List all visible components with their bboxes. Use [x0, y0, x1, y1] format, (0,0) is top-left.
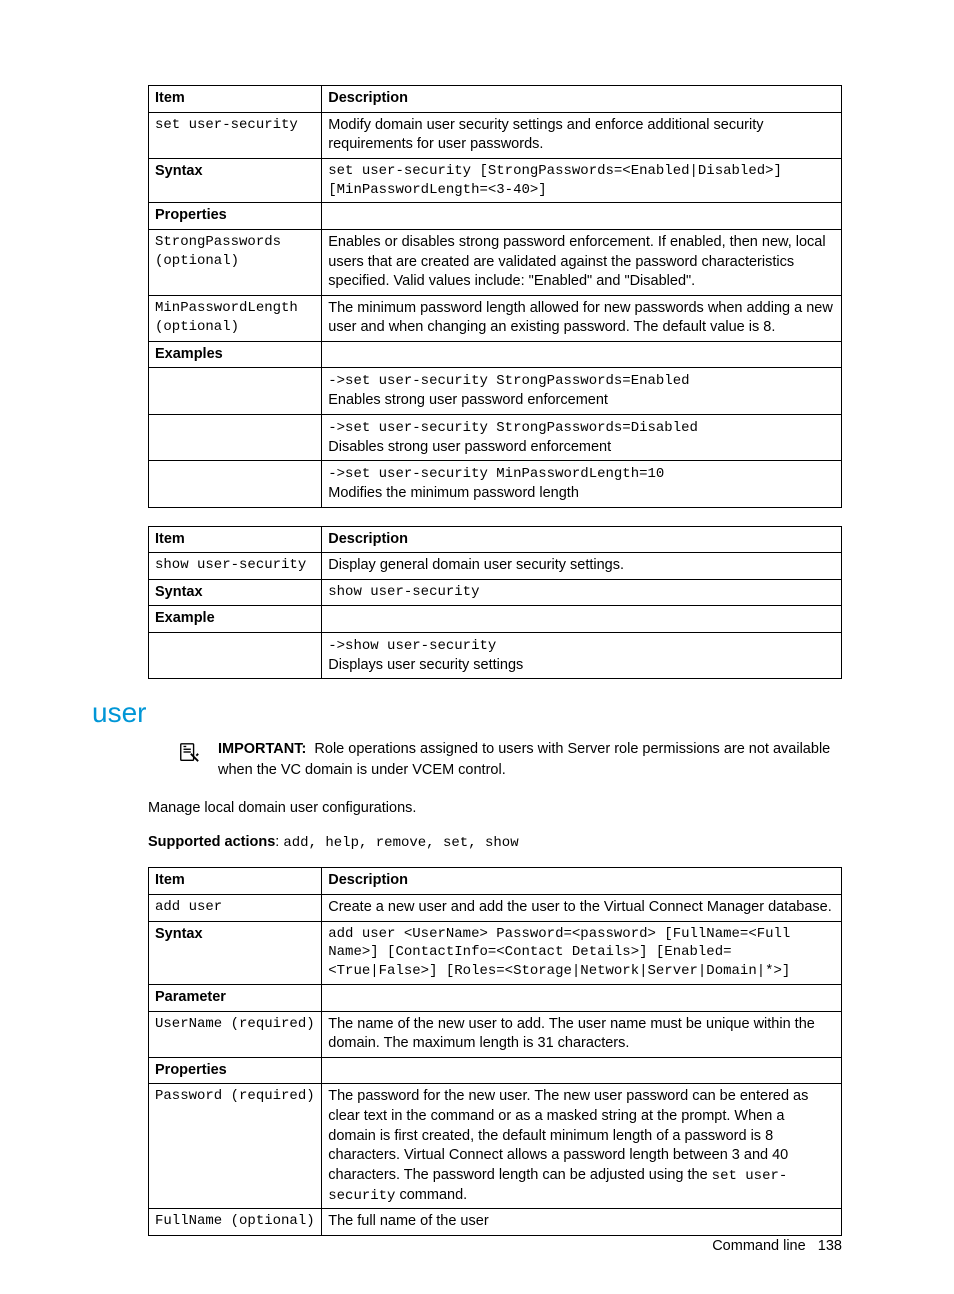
cell-desc: Create a new user and add the user to th…	[322, 894, 842, 921]
cell-item: Examples	[149, 341, 322, 368]
cell-desc: The full name of the user	[322, 1209, 842, 1236]
table-row: ->set user-security StrongPasswords=Enab…	[149, 368, 842, 414]
table-row: Syntax set user-security [StrongPassword…	[149, 158, 842, 203]
important-label: IMPORTANT:	[218, 741, 306, 757]
cell-desc	[322, 203, 842, 230]
table-row: Syntax show user-security	[149, 579, 842, 606]
cell-desc: ->set user-security StrongPasswords=Disa…	[322, 414, 842, 460]
cell-item: show user-security	[149, 553, 322, 580]
cell-item	[149, 633, 322, 679]
supported-actions: add, help, remove, set, show	[283, 835, 518, 851]
col-header-item: Item	[149, 526, 322, 553]
table-header-row: Item Description	[149, 86, 842, 113]
col-header-description: Description	[322, 526, 842, 553]
table-row: set user-security Modify domain user sec…	[149, 112, 842, 158]
cell-item: set user-security	[149, 112, 322, 158]
cell-desc	[322, 1057, 842, 1084]
cell-desc: The minimum password length allowed for …	[322, 295, 842, 341]
cell-item: Parameter	[149, 985, 322, 1012]
body-text: Manage local domain user configurations.	[148, 798, 842, 818]
cell-desc: ->show user-security Displays user secur…	[322, 633, 842, 679]
table-show-user-security: Item Description show user-security Disp…	[148, 526, 842, 680]
col-header-description: Description	[322, 868, 842, 895]
table-set-user-security: Item Description set user-security Modif…	[148, 85, 842, 508]
cell-desc: ->set user-security MinPasswordLength=10…	[322, 461, 842, 507]
table-row: StrongPasswords (optional) Enables or di…	[149, 230, 842, 296]
table-row: Examples	[149, 341, 842, 368]
col-header-description: Description	[322, 86, 842, 113]
cell-item	[149, 414, 322, 460]
cell-item: FullName (optional)	[149, 1209, 322, 1236]
cell-desc: add user <UserName> Password=<password> …	[322, 921, 842, 985]
table-row: Properties	[149, 203, 842, 230]
table-row: Password (required) The password for the…	[149, 1084, 842, 1209]
cell-desc: Display general domain user security set…	[322, 553, 842, 580]
example-text: Displays user security settings	[328, 657, 523, 673]
example-code: ->set user-security StrongPasswords=Disa…	[328, 420, 698, 436]
cell-desc: set user-security [StrongPasswords=<Enab…	[322, 158, 842, 203]
table-row: ->set user-security MinPasswordLength=10…	[149, 461, 842, 507]
footer-page-number: 138	[818, 1238, 842, 1254]
cell-item: Syntax	[149, 579, 322, 606]
table-row: MinPasswordLength (optional) The minimum…	[149, 295, 842, 341]
important-text-wrap: IMPORTANT: Role operations assigned to u…	[218, 739, 842, 781]
table-row: ->set user-security StrongPasswords=Disa…	[149, 414, 842, 460]
cell-item: Properties	[149, 1057, 322, 1084]
cell-item	[149, 461, 322, 507]
section-heading-user: user	[92, 697, 842, 729]
table-row: Properties	[149, 1057, 842, 1084]
page: Item Description set user-security Modif…	[0, 0, 954, 1294]
table-row: add user Create a new user and add the u…	[149, 894, 842, 921]
cell-desc	[322, 985, 842, 1012]
cell-item: MinPasswordLength (optional)	[149, 295, 322, 341]
supported-actions-line: Supported actions: add, help, remove, se…	[148, 832, 842, 854]
cell-item: StrongPasswords (optional)	[149, 230, 322, 296]
table-header-row: Item Description	[149, 526, 842, 553]
example-code: ->set user-security MinPasswordLength=10	[328, 466, 664, 482]
cell-desc: The name of the new user to add. The use…	[322, 1011, 842, 1057]
cell-desc: Modify domain user security settings and…	[322, 112, 842, 158]
table-row: Example	[149, 606, 842, 633]
cell-desc	[322, 606, 842, 633]
supported-label: Supported actions	[148, 834, 275, 850]
cell-item: add user	[149, 894, 322, 921]
example-text: Modifies the minimum password length	[328, 485, 579, 501]
cell-desc: Enables or disables strong password enfo…	[322, 230, 842, 296]
important-note: IMPORTANT: Role operations assigned to u…	[178, 739, 842, 781]
cell-item: Properties	[149, 203, 322, 230]
table-row: UserName (required) The name of the new …	[149, 1011, 842, 1057]
footer-label: Command line	[712, 1238, 806, 1254]
example-text: Enables strong user password enforcement	[328, 392, 608, 408]
table-add-user: Item Description add user Create a new u…	[148, 867, 842, 1236]
cell-item	[149, 368, 322, 414]
cell-desc: show user-security	[322, 579, 842, 606]
cell-item: Syntax	[149, 921, 322, 985]
col-header-item: Item	[149, 86, 322, 113]
cell-desc: ->set user-security StrongPasswords=Enab…	[322, 368, 842, 414]
cell-item: UserName (required)	[149, 1011, 322, 1057]
important-text: Role operations assigned to users with S…	[218, 741, 830, 778]
content: Item Description set user-security Modif…	[148, 85, 842, 1236]
table-row: Parameter	[149, 985, 842, 1012]
table-row: FullName (optional) The full name of the…	[149, 1209, 842, 1236]
cell-desc: The password for the new user. The new u…	[322, 1084, 842, 1209]
cell-item: Syntax	[149, 158, 322, 203]
page-footer: Command line 138	[712, 1238, 842, 1254]
example-text: Disables strong user password enforcemen…	[328, 439, 611, 455]
table-row: ->show user-security Displays user secur…	[149, 633, 842, 679]
table-header-row: Item Description	[149, 868, 842, 895]
table-row: show user-security Display general domai…	[149, 553, 842, 580]
col-header-item: Item	[149, 868, 322, 895]
cell-desc	[322, 341, 842, 368]
table-row: Syntax add user <UserName> Password=<pas…	[149, 921, 842, 985]
example-code: ->set user-security StrongPasswords=Enab…	[328, 373, 689, 389]
cell-item: Example	[149, 606, 322, 633]
note-icon	[178, 741, 200, 763]
cell-item: Password (required)	[149, 1084, 322, 1209]
pwd-post: command.	[395, 1187, 467, 1203]
example-code: ->show user-security	[328, 638, 496, 654]
